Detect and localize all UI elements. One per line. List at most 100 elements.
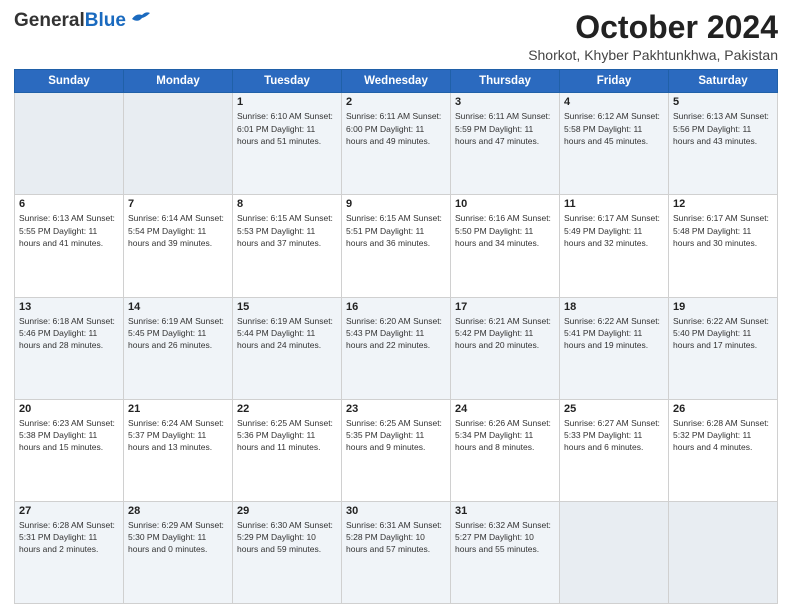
calendar-cell: 23Sunrise: 6:25 AM Sunset: 5:35 PM Dayli… <box>342 399 451 501</box>
day-detail: Sunrise: 6:29 AM Sunset: 5:30 PM Dayligh… <box>128 519 228 556</box>
month-title: October 2024 <box>528 10 778 45</box>
calendar-cell <box>15 93 124 195</box>
calendar-cell: 9 Sunrise: 6:15 AM Sunset: 5:51 PM Daylig… <box>342 195 451 297</box>
day-detail: Sunrise: 6:14 AM Sunset: 5:54 PM Dayligh… <box>128 212 228 249</box>
day-number: 18 <box>564 301 664 313</box>
day-number: 29 <box>237 505 337 517</box>
day-detail: Sunrise: 6:26 AM Sunset: 5:34 PM Dayligh… <box>455 417 555 454</box>
logo-text: GeneralBlue <box>14 10 126 32</box>
day-number: 13 <box>19 301 119 313</box>
calendar-cell: 19 Sunrise: 6:22 AM Sunset: 5:40 PM Dayli… <box>669 297 778 399</box>
calendar-cell <box>669 501 778 603</box>
calendar-cell: 6 Sunrise: 6:13 AM Sunset: 5:55 PM Daylig… <box>15 195 124 297</box>
day-number: 20 <box>19 403 119 415</box>
calendar-cell: 26 Sunrise: 6:28 AM Sunset: 5:32 PM Dayli… <box>669 399 778 501</box>
day-number: 19 <box>673 301 773 313</box>
day-number: 4 <box>564 96 664 108</box>
calendar-cell: 20 Sunrise: 6:23 AM Sunset: 5:38 PM Dayli… <box>15 399 124 501</box>
calendar-cell: 3 Sunrise: 6:11 AM Sunset: 5:59 PM Daylig… <box>451 93 560 195</box>
calendar-cell: 21Sunrise: 6:24 AM Sunset: 5:37 PM Dayli… <box>124 399 233 501</box>
day-detail: Sunrise: 6:11 AM Sunset: 6:00 PM Dayligh… <box>346 110 446 147</box>
day-number: 28 <box>128 505 228 517</box>
day-detail: Sunrise: 6:30 AM Sunset: 5:29 PM Dayligh… <box>237 519 337 556</box>
calendar-cell: 17 Sunrise: 6:21 AM Sunset: 5:42 PM Dayli… <box>451 297 560 399</box>
day-detail: Sunrise: 6:21 AM Sunset: 5:42 PM Dayligh… <box>455 315 555 352</box>
calendar-cell: 14Sunrise: 6:19 AM Sunset: 5:45 PM Dayli… <box>124 297 233 399</box>
day-number: 9 <box>346 198 446 210</box>
calendar-cell: 4 Sunrise: 6:12 AM Sunset: 5:58 PM Daylig… <box>560 93 669 195</box>
calendar-cell: 15Sunrise: 6:19 AM Sunset: 5:44 PM Dayli… <box>233 297 342 399</box>
calendar-cell: 1 Sunrise: 6:10 AM Sunset: 6:01 PM Daylig… <box>233 93 342 195</box>
day-number: 24 <box>455 403 555 415</box>
day-detail: Sunrise: 6:22 AM Sunset: 5:40 PM Dayligh… <box>673 315 773 352</box>
calendar-week-row: 20 Sunrise: 6:23 AM Sunset: 5:38 PM Dayli… <box>15 399 778 501</box>
calendar-cell <box>124 93 233 195</box>
title-area: October 2024 Shorkot, Khyber Pakhtunkhwa… <box>528 10 778 63</box>
day-header-saturday: Saturday <box>669 70 778 93</box>
day-detail: Sunrise: 6:13 AM Sunset: 5:55 PM Dayligh… <box>19 212 119 249</box>
calendar-cell: 30 Sunrise: 6:31 AM Sunset: 5:28 PM Dayli… <box>342 501 451 603</box>
day-detail: Sunrise: 6:16 AM Sunset: 5:50 PM Dayligh… <box>455 212 555 249</box>
day-number: 23 <box>346 403 446 415</box>
day-header-wednesday: Wednesday <box>342 70 451 93</box>
calendar-cell: 2Sunrise: 6:11 AM Sunset: 6:00 PM Daylig… <box>342 93 451 195</box>
calendar-cell <box>560 501 669 603</box>
day-header-thursday: Thursday <box>451 70 560 93</box>
day-number: 14 <box>128 301 228 313</box>
day-number: 25 <box>564 403 664 415</box>
calendar-cell: 10 Sunrise: 6:16 AM Sunset: 5:50 PM Dayli… <box>451 195 560 297</box>
calendar-cell: 24 Sunrise: 6:26 AM Sunset: 5:34 PM Dayli… <box>451 399 560 501</box>
day-number: 27 <box>19 505 119 517</box>
day-detail: Sunrise: 6:12 AM Sunset: 5:58 PM Dayligh… <box>564 110 664 147</box>
day-detail: Sunrise: 6:11 AM Sunset: 5:59 PM Dayligh… <box>455 110 555 147</box>
day-detail: Sunrise: 6:18 AM Sunset: 5:46 PM Dayligh… <box>19 315 119 352</box>
day-detail: Sunrise: 6:20 AM Sunset: 5:43 PM Dayligh… <box>346 315 446 352</box>
calendar-week-row: 27 Sunrise: 6:28 AM Sunset: 5:31 PM Dayli… <box>15 501 778 603</box>
calendar-cell: 18 Sunrise: 6:22 AM Sunset: 5:41 PM Dayli… <box>560 297 669 399</box>
day-detail: Sunrise: 6:28 AM Sunset: 5:32 PM Dayligh… <box>673 417 773 454</box>
calendar-cell: 7 Sunrise: 6:14 AM Sunset: 5:54 PM Daylig… <box>124 195 233 297</box>
day-number: 1 <box>237 96 337 108</box>
day-number: 12 <box>673 198 773 210</box>
calendar-cell: 29 Sunrise: 6:30 AM Sunset: 5:29 PM Dayli… <box>233 501 342 603</box>
calendar-table: SundayMondayTuesdayWednesdayThursdayFrid… <box>14 69 778 604</box>
day-detail: Sunrise: 6:32 AM Sunset: 5:27 PM Dayligh… <box>455 519 555 556</box>
day-number: 7 <box>128 198 228 210</box>
day-detail: Sunrise: 6:17 AM Sunset: 5:48 PM Dayligh… <box>673 212 773 249</box>
day-number: 26 <box>673 403 773 415</box>
day-detail: Sunrise: 6:25 AM Sunset: 5:36 PM Dayligh… <box>237 417 337 454</box>
day-detail: Sunrise: 6:28 AM Sunset: 5:31 PM Dayligh… <box>19 519 119 556</box>
day-number: 31 <box>455 505 555 517</box>
day-detail: Sunrise: 6:23 AM Sunset: 5:38 PM Dayligh… <box>19 417 119 454</box>
day-detail: Sunrise: 6:10 AM Sunset: 6:01 PM Dayligh… <box>237 110 337 147</box>
calendar-cell: 28 Sunrise: 6:29 AM Sunset: 5:30 PM Dayli… <box>124 501 233 603</box>
day-detail: Sunrise: 6:13 AM Sunset: 5:56 PM Dayligh… <box>673 110 773 147</box>
day-detail: Sunrise: 6:17 AM Sunset: 5:49 PM Dayligh… <box>564 212 664 249</box>
day-header-friday: Friday <box>560 70 669 93</box>
day-number: 10 <box>455 198 555 210</box>
calendar-cell: 31 Sunrise: 6:32 AM Sunset: 5:27 PM Dayli… <box>451 501 560 603</box>
calendar-week-row: 13 Sunrise: 6:18 AM Sunset: 5:46 PM Dayli… <box>15 297 778 399</box>
day-number: 15 <box>237 301 337 313</box>
day-number: 17 <box>455 301 555 313</box>
day-number: 5 <box>673 96 773 108</box>
calendar-cell: 25Sunrise: 6:27 AM Sunset: 5:33 PM Dayli… <box>560 399 669 501</box>
day-detail: Sunrise: 6:22 AM Sunset: 5:41 PM Dayligh… <box>564 315 664 352</box>
day-number: 3 <box>455 96 555 108</box>
calendar-cell: 27 Sunrise: 6:28 AM Sunset: 5:31 PM Dayli… <box>15 501 124 603</box>
header: GeneralBlue October 2024 Shorkot, Khyber… <box>14 10 778 63</box>
logo-bird-icon <box>128 11 150 27</box>
calendar-cell: 8Sunrise: 6:15 AM Sunset: 5:53 PM Daylig… <box>233 195 342 297</box>
calendar-week-row: 6 Sunrise: 6:13 AM Sunset: 5:55 PM Daylig… <box>15 195 778 297</box>
day-number: 30 <box>346 505 446 517</box>
logo: GeneralBlue <box>14 10 150 32</box>
calendar-week-row: 1 Sunrise: 6:10 AM Sunset: 6:01 PM Daylig… <box>15 93 778 195</box>
calendar-cell: 12 Sunrise: 6:17 AM Sunset: 5:48 PM Dayli… <box>669 195 778 297</box>
day-number: 6 <box>19 198 119 210</box>
day-number: 21 <box>128 403 228 415</box>
day-number: 22 <box>237 403 337 415</box>
calendar-cell: 11Sunrise: 6:17 AM Sunset: 5:49 PM Dayli… <box>560 195 669 297</box>
day-detail: Sunrise: 6:15 AM Sunset: 5:51 PM Dayligh… <box>346 212 446 249</box>
calendar-cell: 13 Sunrise: 6:18 AM Sunset: 5:46 PM Dayli… <box>15 297 124 399</box>
day-detail: Sunrise: 6:31 AM Sunset: 5:28 PM Dayligh… <box>346 519 446 556</box>
